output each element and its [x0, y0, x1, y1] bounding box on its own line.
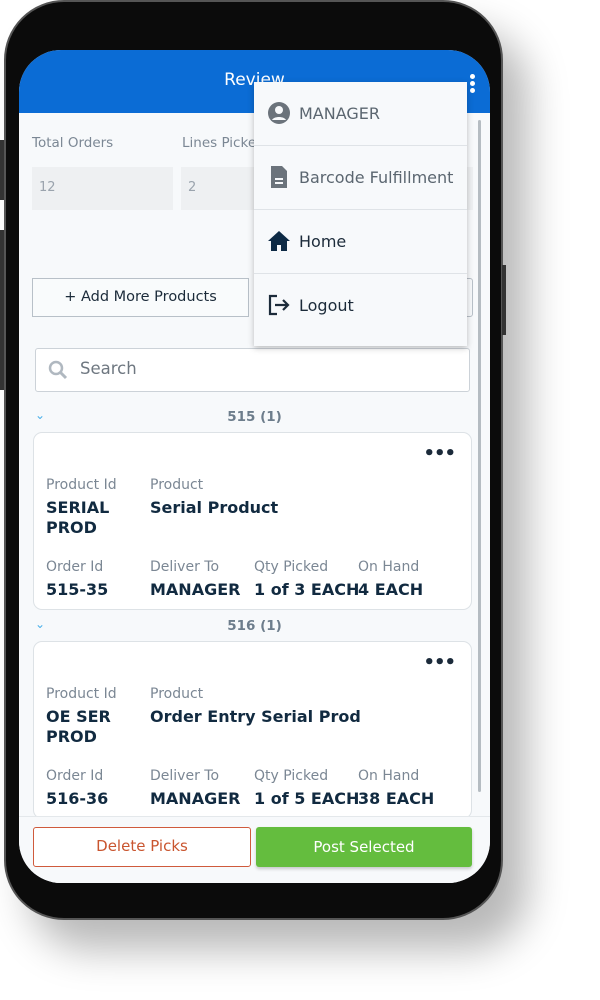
app-screen: Review Total Orders Lines Picked 12 2 + … [19, 50, 490, 883]
field-label: Deliver To [150, 768, 220, 784]
search-input[interactable] [80, 359, 450, 378]
field-label: Qty Picked [254, 559, 329, 575]
phone-side-button [502, 265, 506, 335]
menu-item-home[interactable]: Home [254, 210, 467, 274]
field-label: Product [150, 477, 204, 493]
on-hand: 4 EACH [358, 580, 424, 599]
menu-item-barcode-fulfillment[interactable]: Barcode Fulfillment [254, 146, 467, 210]
menu-item-logout[interactable]: Logout [254, 274, 467, 338]
menu-item-label: Barcode Fulfillment [299, 168, 454, 187]
scrollbar[interactable] [478, 120, 481, 792]
search-box[interactable] [35, 348, 470, 392]
field-label: Product Id [46, 477, 117, 493]
footer-bar: Delete Picks Post Selected [19, 816, 490, 883]
phone-side-button [0, 140, 4, 200]
menu-item-label: Home [299, 232, 347, 251]
logout-icon [268, 294, 290, 316]
pick-card[interactable]: ••• Product Id Product OE SER PROD Order… [33, 641, 472, 819]
product-name: Order Entry Serial Prod [150, 707, 361, 726]
field-label: Order Id [46, 768, 104, 784]
product-name: Serial Product [150, 498, 279, 517]
total-orders-label: Total Orders [32, 135, 114, 151]
field-label: Qty Picked [254, 768, 329, 784]
delete-picks-button[interactable]: Delete Picks [33, 827, 251, 867]
field-label: On Hand [358, 768, 420, 784]
more-menu-icon[interactable] [470, 74, 476, 94]
search-icon [48, 360, 68, 380]
field-label: Deliver To [150, 559, 220, 575]
dropdown-menu: MANAGER Barcode Fulfillment Home Logout [254, 82, 467, 346]
menu-item-manager[interactable]: MANAGER [254, 82, 467, 146]
menu-item-label: Logout [299, 296, 354, 315]
field-label: On Hand [358, 559, 420, 575]
field-label: Order Id [46, 559, 104, 575]
total-orders-value: 12 [32, 167, 173, 210]
post-selected-button[interactable]: Post Selected [256, 827, 472, 867]
deliver-to: MANAGER [150, 580, 241, 599]
menu-item-label: MANAGER [299, 104, 381, 123]
product-id: OE SER PROD [46, 707, 111, 746]
home-icon [268, 231, 290, 251]
deliver-to: MANAGER [150, 789, 241, 808]
pick-card[interactable]: ••• Product Id Product SERIAL PROD Seria… [33, 432, 472, 610]
user-circle-icon [268, 102, 290, 124]
document-icon [271, 166, 287, 188]
group-header[interactable]: 516 (1) [19, 618, 490, 634]
add-more-products-button[interactable]: + Add More Products [32, 278, 249, 317]
field-label: Product [150, 686, 204, 702]
order-id: 516-36 [46, 789, 109, 808]
phone-side-button [0, 230, 4, 390]
product-id: SERIAL PROD [46, 498, 110, 537]
order-id: 515-35 [46, 580, 109, 599]
card-more-icon[interactable]: ••• [423, 652, 456, 673]
on-hand: 38 EACH [358, 789, 435, 808]
qty-picked: 1 of 5 EACH [254, 789, 360, 808]
card-more-icon[interactable]: ••• [423, 443, 456, 464]
qty-picked: 1 of 3 EACH [254, 580, 360, 599]
group-header[interactable]: 515 (1) [19, 409, 490, 425]
field-label: Product Id [46, 686, 117, 702]
lines-picked-label: Lines Picked [182, 135, 265, 151]
